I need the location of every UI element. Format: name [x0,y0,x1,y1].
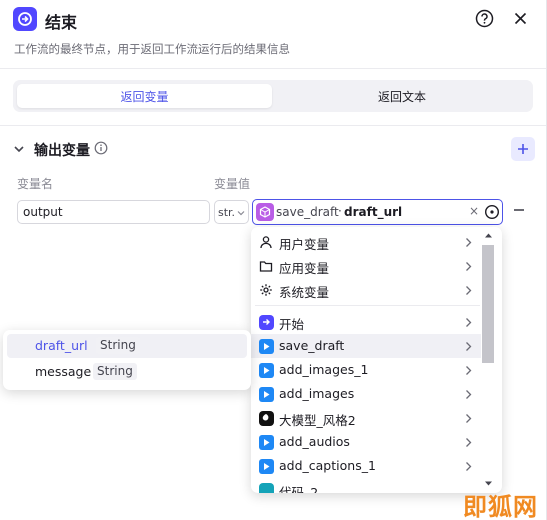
type-select-value: str. [218,205,236,219]
chevron-right-icon [466,462,472,471]
user-icon [258,234,274,250]
dropdown-item-node[interactable]: add_audios [251,430,481,454]
value-separator: · [338,204,342,218]
chevron-right-icon [466,366,472,375]
info-icon[interactable] [94,141,108,155]
flyout-item[interactable]: draft_url String [7,334,247,358]
divider [0,125,546,126]
dropdown-item-app-variables[interactable]: 应用变量 [251,254,481,278]
chevron-right-icon [466,438,472,447]
watermark: 即狐网 [463,493,538,520]
dropdown-item-system-variables[interactable]: 系统变量 [251,278,481,302]
gear-icon [258,282,274,298]
flyout-item-name: draft_url [35,338,88,353]
dropdown-item-label: add_audios [279,434,350,449]
variable-type-select[interactable]: str. [214,200,249,224]
dropdown-item-label: add_images_1 [279,362,369,377]
variable-picker-dropdown: 用户变量 应用变量 系统变量 开始 save_draft add_images_… [251,227,502,493]
clear-value-icon[interactable]: × [469,204,479,218]
column-label-value: 变量值 [214,177,251,191]
dropdown-item-node[interactable]: 大模型_风格2 [251,406,481,430]
chevron-right-icon [466,342,472,351]
chevron-right-icon [466,262,472,271]
type-badge: String [96,337,140,354]
value-node-name: save_draft [276,205,339,219]
plugin-node-icon [258,338,274,354]
flyout-item[interactable]: message String [7,360,247,384]
remove-row-icon[interactable] [512,203,526,217]
chevron-right-icon [466,238,472,247]
plugin-node-icon [258,386,274,402]
dropdown-item-label: save_draft [279,338,345,353]
dropdown-item-label: 开始 [279,317,305,332]
code-node-icon [258,482,274,493]
llm-node-icon [258,410,274,426]
dropdown-item-node[interactable]: 开始 [251,310,481,334]
start-node-icon [258,314,274,330]
column-label-name: 变量名 [17,177,54,191]
chevron-down-icon[interactable] [12,142,26,156]
value-variable-name: draft_url [344,205,403,219]
dropdown-item-label: add_captions_1 [279,458,376,473]
page-title: 结束 [45,13,78,32]
node-description: 工作流的最终节点，用于返回工作流运行后的结果信息 [14,42,290,56]
dropdown-item-user-variables[interactable]: 用户变量 [251,230,481,254]
help-icon[interactable] [475,9,494,28]
folder-icon [258,258,274,274]
section-title: 输出变量 [34,143,90,159]
dropdown-item-label: add_images [279,386,355,401]
dropdown-item-label: 代码_2 [279,485,319,493]
divider [255,305,480,306]
dropdown-item-node[interactable]: add_images_1 [251,358,481,382]
flyout-item-name: message [35,364,92,379]
variable-value-field[interactable]: save_draft · draft_url × [252,199,503,225]
dropdown-item-label: 系统变量 [279,285,330,300]
dropdown-item-label: 大模型_风格2 [279,413,356,428]
chevron-right-icon [466,390,472,399]
scroll-up-icon[interactable] [484,231,493,240]
plugin-node-icon [258,434,274,450]
dropdown-item-node[interactable]: add_captions_1 [251,454,481,478]
return-mode-tabs: 返回变量 返回文本 [13,80,533,112]
plugin-node-icon [258,362,274,378]
tab-return-text[interactable]: 返回文本 [275,84,529,108]
add-variable-button[interactable] [511,137,535,161]
type-badge: String [93,363,137,380]
variable-name-input[interactable] [17,200,210,224]
dropdown-item-node[interactable]: save_draft [251,334,481,358]
dropdown-item-label: 用户变量 [279,237,330,252]
tab-return-variables[interactable]: 返回变量 [17,84,272,108]
end-node-panel: 结束 工作流的最终节点，用于返回工作流运行后的结果信息 返回变量 返回文本 输出… [0,0,547,520]
end-node-icon [13,7,37,31]
chevron-right-icon [466,318,472,327]
divider [0,68,546,69]
dropdown-item-node[interactable]: 代码_2 [251,478,481,493]
plugin-cube-icon [256,203,274,221]
scrollbar-thumb[interactable] [482,245,494,363]
chevron-down-icon [237,211,245,216]
chevron-right-icon [466,414,472,423]
dropdown-item-label: 应用变量 [279,261,330,276]
variable-picker-icon[interactable] [484,204,500,220]
dropdown-item-node[interactable]: add_images [251,382,481,406]
close-icon[interactable] [511,9,530,28]
plus-icon [518,144,528,154]
chevron-right-icon [466,286,472,295]
node-output-flyout: draft_url String message String [3,330,251,390]
plugin-node-icon [258,458,274,474]
